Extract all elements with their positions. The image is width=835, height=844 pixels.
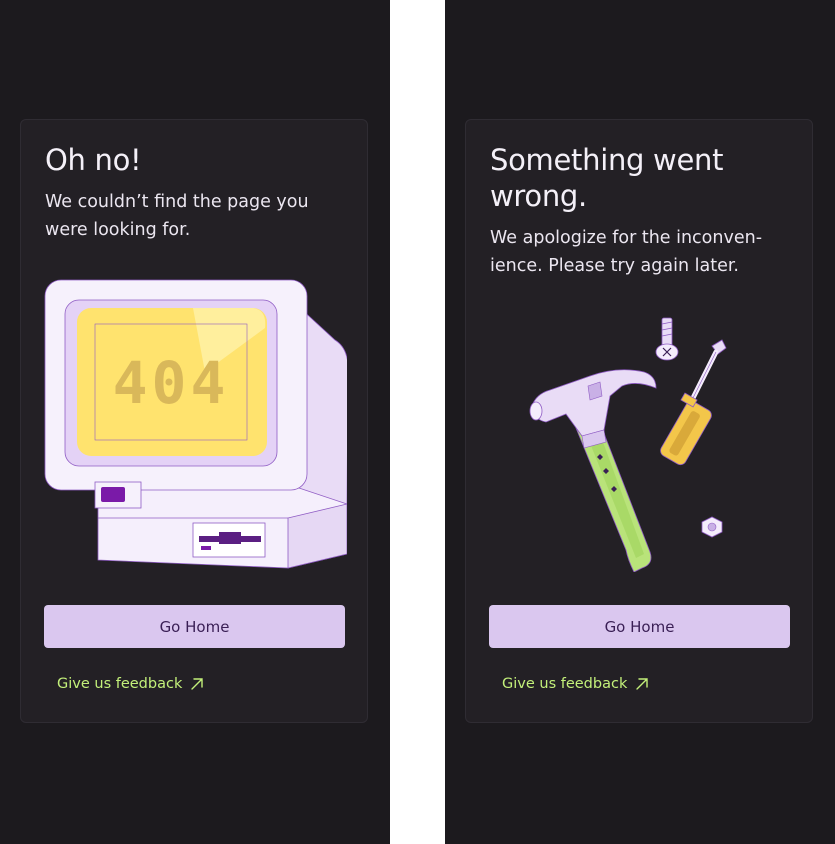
error-card: Oh no! We couldn’t find the page you wer… — [20, 119, 368, 723]
feedback-link[interactable]: Give us feedback — [502, 676, 649, 692]
arrow-up-right-icon — [636, 678, 649, 690]
go-home-button[interactable]: Go Home — [44, 605, 345, 648]
feedback-link[interactable]: Give us feedback — [57, 676, 204, 692]
go-home-button[interactable]: Go Home — [489, 605, 790, 648]
page-title: Something went wrong. — [490, 143, 724, 213]
feedback-label: Give us feedback — [502, 676, 628, 692]
error-description: We couldn’t find the page you were looki… — [45, 192, 309, 240]
screw-icon — [655, 317, 679, 361]
screen-not-found: Oh no! We couldn’t find the page you wer… — [0, 0, 390, 844]
tools-illustration — [529, 317, 727, 572]
error-description: We apologize for the inconven-ience. Ple… — [490, 228, 763, 276]
screen-error: Something went wrong. We apologize for t… — [445, 0, 835, 844]
retro-computer-illustration: 404 — [44, 279, 347, 569]
page-title: Oh no! — [45, 143, 142, 177]
hammer-icon — [529, 369, 657, 572]
error-card: Something went wrong. We apologize for t… — [465, 119, 813, 723]
nut-icon — [701, 516, 723, 538]
error-code-text: 404 — [113, 349, 230, 417]
feedback-label: Give us feedback — [57, 676, 183, 692]
arrow-up-right-icon — [191, 678, 204, 690]
